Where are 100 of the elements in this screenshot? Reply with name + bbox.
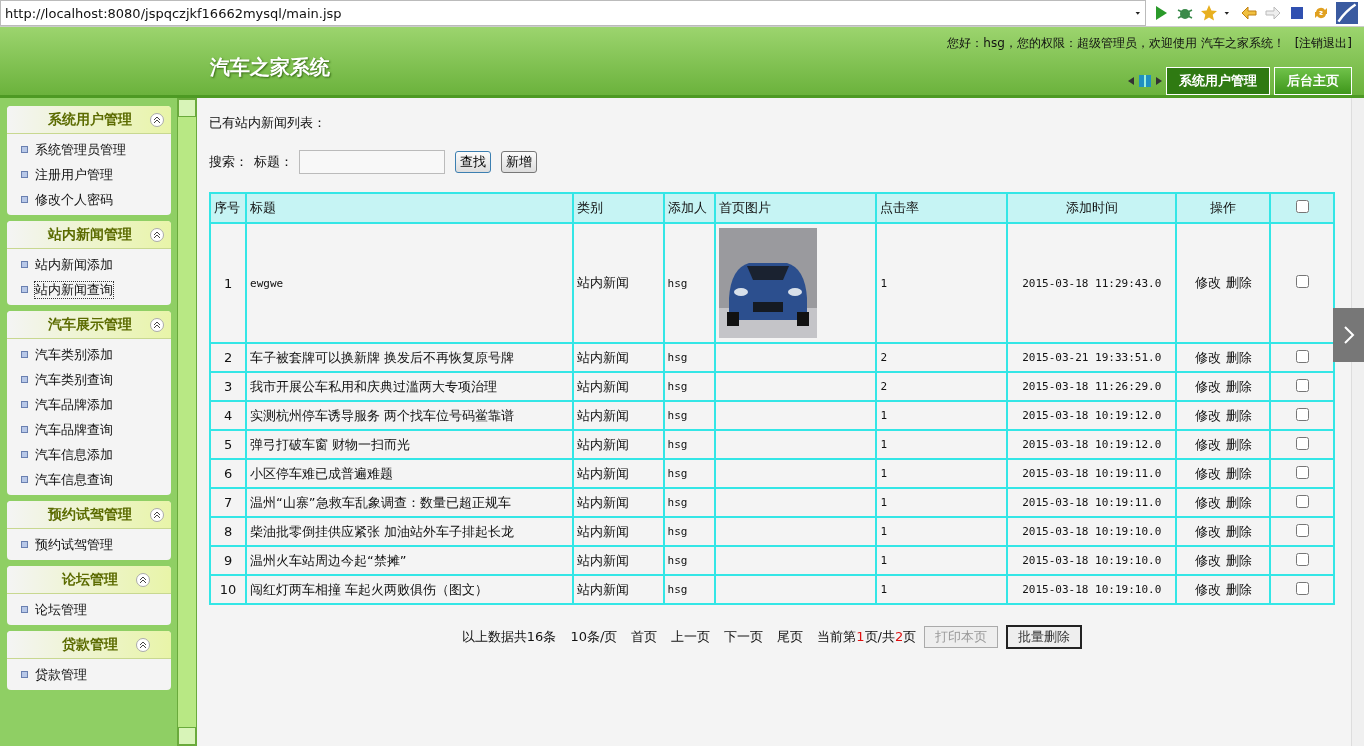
search-label: 搜索： [209, 153, 249, 171]
table-cell: 6 [210, 459, 247, 488]
delete-link[interactable]: 删除 [1225, 275, 1252, 290]
edit-link[interactable]: 修改 [1194, 465, 1221, 481]
menu-item[interactable]: 站内新闻添加 [34, 255, 114, 274]
menu-item[interactable]: 站内新闻查询 [34, 280, 114, 299]
menu-group-header[interactable]: 站内新闻管理 [7, 221, 171, 249]
edit-link[interactable]: 修改 [1194, 552, 1221, 568]
row-checkbox[interactable] [1295, 275, 1309, 288]
row-checkbox[interactable] [1295, 436, 1309, 450]
delete-link[interactable]: 删除 [1225, 552, 1252, 568]
delete-link[interactable]: 删除 [1225, 349, 1252, 365]
menu-item[interactable]: 汽车类别查询 [34, 370, 114, 389]
table-cell: 8 [210, 517, 247, 546]
delete-link[interactable]: 删除 [1225, 465, 1252, 481]
menu-item[interactable]: 汽车品牌添加 [34, 395, 114, 414]
table-cell: 小区停车难已成普遍难题 [246, 459, 573, 488]
delete-link[interactable]: 删除 [1225, 378, 1252, 394]
row-checkbox[interactable] [1295, 378, 1309, 392]
collapse-icon[interactable] [136, 572, 150, 587]
delete-link[interactable]: 删除 [1225, 436, 1252, 452]
back-arrow-icon[interactable] [1240, 4, 1258, 22]
table-cell: 站内新闻 [572, 575, 664, 604]
pager-link[interactable]: 下一页 [724, 628, 764, 646]
book-icon[interactable] [1138, 74, 1152, 88]
batch-delete-button[interactable]: 批量删除 [1006, 625, 1083, 649]
page-size: 10条/页 [570, 628, 618, 646]
table-cell: 2015-03-18 10:19:11.0 [1007, 488, 1177, 517]
logout-link[interactable]: [注销退出] [1294, 35, 1352, 52]
table-cell: 温州“山寨”急救车乱象调查：数量已超正规车 [246, 488, 573, 517]
row-checkbox[interactable] [1295, 552, 1309, 566]
table-cell: 站内新闻 [572, 459, 664, 488]
edit-link[interactable]: 修改 [1194, 378, 1221, 394]
column-header: 首页图片 [714, 193, 877, 223]
edit-link[interactable]: 修改 [1194, 349, 1221, 365]
chevron-right-icon[interactable] [1342, 325, 1355, 345]
menu-group-header[interactable]: 汽车展示管理 [7, 311, 171, 339]
collapse-icon[interactable] [150, 227, 164, 242]
delete-link[interactable]: 删除 [1225, 494, 1252, 510]
scrollbar[interactable] [177, 98, 198, 746]
stop-icon[interactable] [1288, 4, 1306, 22]
menu-group-header[interactable]: 预约试驾管理 [7, 501, 171, 529]
row-checkbox[interactable] [1295, 581, 1309, 595]
delete-link[interactable]: 删除 [1225, 581, 1252, 597]
menu-item[interactable]: 修改个人密码 [34, 190, 114, 209]
collapse-icon[interactable] [136, 637, 150, 652]
title-search-field[interactable] [299, 150, 446, 174]
right-arrow-icon[interactable] [1156, 77, 1162, 85]
row-checkbox[interactable] [1295, 349, 1309, 363]
star-icon[interactable] [1200, 4, 1218, 22]
app-logo-icon[interactable] [1336, 2, 1358, 24]
column-header: 序号 [210, 193, 247, 223]
table-cell: hsg [663, 546, 715, 575]
menu-group-header[interactable]: 贷款管理 [7, 631, 171, 659]
edit-link[interactable]: 修改 [1194, 275, 1221, 290]
menu-item[interactable]: 汽车品牌查询 [34, 420, 114, 439]
select-all-checkbox[interactable] [1295, 200, 1309, 213]
nav-tab[interactable]: 系统用户管理 [1166, 67, 1270, 95]
menu-group-header[interactable]: 论坛管理 [7, 566, 171, 594]
row-checkbox[interactable] [1295, 407, 1309, 421]
add-button[interactable]: 新增 [501, 151, 538, 173]
collapse-icon[interactable] [150, 112, 164, 127]
address-field[interactable]: http://localhost:8080/jspqczjkf16662mysql/main.jsp [0, 0, 1146, 26]
menu-item[interactable]: 系统管理员管理 [34, 140, 127, 159]
edit-link[interactable]: 修改 [1194, 436, 1221, 452]
pager-link[interactable]: 首页 [631, 628, 658, 646]
collapse-icon[interactable] [150, 317, 164, 332]
menu-item[interactable]: 汽车信息添加 [34, 445, 114, 464]
bullet-icon [21, 426, 28, 433]
row-checkbox[interactable] [1295, 465, 1309, 479]
menu-group-header[interactable]: 系统用户管理 [7, 106, 171, 134]
menu-item[interactable]: 汽车信息查询 [34, 470, 114, 489]
edit-link[interactable]: 修改 [1194, 407, 1221, 423]
table-cell: ewgwe [246, 223, 573, 343]
collapse-icon[interactable] [150, 507, 164, 522]
left-arrow-icon[interactable] [1128, 77, 1134, 85]
search-button[interactable]: 查找 [455, 151, 492, 173]
menu-item[interactable]: 论坛管理 [34, 600, 88, 619]
edit-link[interactable]: 修改 [1194, 523, 1221, 539]
table-cell: 温州火车站周边今起“禁摊” [246, 546, 573, 575]
pager-link[interactable]: 尾页 [777, 628, 804, 646]
next-page-tab[interactable] [1333, 308, 1364, 362]
edit-link[interactable]: 修改 [1194, 581, 1221, 597]
table-cell: 2015-03-18 10:19:12.0 [1007, 430, 1177, 459]
table-cell: 实测杭州停车诱导服务 两个找车位号码鲎靠谱 [246, 401, 573, 430]
table-cell: 3 [210, 372, 247, 401]
edit-link[interactable]: 修改 [1194, 494, 1221, 510]
table-cell: hsg [663, 459, 715, 488]
delete-link[interactable]: 删除 [1225, 407, 1252, 423]
menu-item[interactable]: 汽车类别添加 [34, 345, 114, 364]
menu-item[interactable]: 注册用户管理 [34, 165, 114, 184]
row-checkbox[interactable] [1295, 494, 1309, 508]
row-checkbox[interactable] [1295, 523, 1309, 537]
menu-item[interactable]: 贷款管理 [34, 665, 88, 684]
table-cell: 1 [876, 575, 1008, 604]
menu-item[interactable]: 预约试驾管理 [34, 535, 114, 554]
pager-link[interactable]: 上一页 [671, 628, 711, 646]
table-cell: hsg [663, 223, 715, 343]
delete-link[interactable]: 删除 [1225, 523, 1252, 539]
table-cell: 我市开展公车私用和庆典过滥两大专项治理 [246, 372, 573, 401]
